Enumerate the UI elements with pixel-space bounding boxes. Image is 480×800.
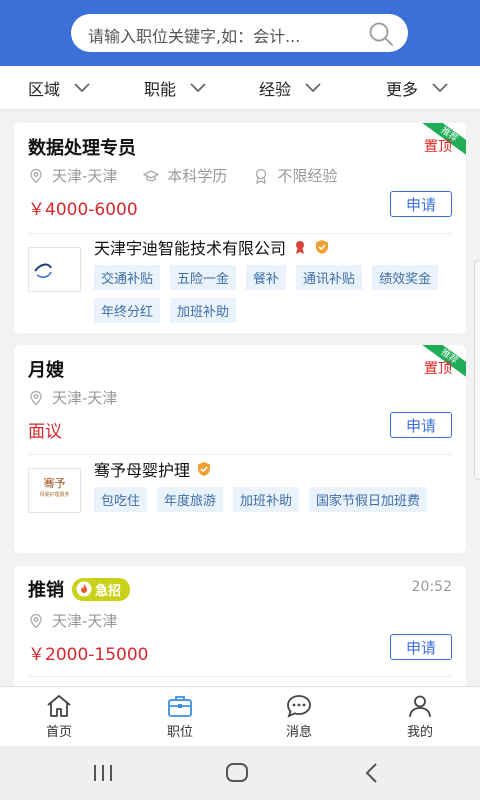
graduation-cap-icon	[143, 169, 160, 181]
benefit-tags: 包吃住 年度旅游 加班补助 国家节假日加班费	[94, 487, 454, 512]
home-icon	[47, 695, 71, 717]
tab-label: 消息	[285, 725, 312, 740]
job-salary: 面议	[28, 422, 62, 442]
pinned-label: 置顶	[424, 361, 452, 377]
briefcase-icon	[168, 696, 192, 717]
filter-label: 更多	[386, 80, 419, 99]
filter-experience[interactable]: 经验	[259, 66, 321, 110]
user-icon	[409, 695, 431, 718]
filter-bar: 区域 职能 经验 更多	[0, 66, 480, 110]
company-logo-subtext: 母婴护理服务	[39, 492, 70, 498]
filter-label: 职能	[144, 80, 177, 99]
home-button-icon[interactable]	[224, 762, 250, 784]
tab-messages[interactable]: 消息	[269, 693, 329, 740]
post-time: 20:52	[411, 579, 452, 595]
job-card[interactable]: 数据处理专员 推荐 置顶 天津-天津 本科学历 不限经验 ￥4000-6000 …	[14, 123, 466, 333]
back-icon[interactable]	[360, 762, 386, 784]
job-salary: ￥2000-15000	[28, 645, 149, 665]
bottom-tab-bar: 首页 职位 消息 我的	[0, 686, 480, 746]
job-title: 数据处理专员	[28, 138, 136, 159]
benefit-tag: 年度旅游	[157, 487, 224, 512]
search-icon[interactable]	[368, 21, 394, 47]
company-logo[interactable]: 骞予 母婴护理服务	[28, 468, 81, 513]
tab-jobs[interactable]: 职位	[150, 693, 210, 740]
job-education: 本科学历	[167, 167, 228, 185]
medal-icon	[296, 241, 305, 254]
divider	[28, 233, 452, 234]
benefit-tag: 五险一金	[170, 265, 237, 290]
job-location: 天津-天津	[52, 612, 118, 630]
apply-button[interactable]: 申请	[390, 634, 452, 660]
search-input[interactable]: 请输入职位关键字,如：会计...	[88, 23, 300, 47]
chat-icon	[287, 695, 311, 718]
benefit-tag: 绩效奖金	[372, 265, 439, 290]
divider	[28, 676, 452, 677]
job-experience: 不限经验	[277, 167, 338, 185]
tab-label: 首页	[45, 725, 72, 740]
benefit-tag: 国家节假日加班费	[309, 487, 428, 512]
search-bar[interactable]: 请输入职位关键字,如：会计...	[71, 14, 408, 52]
company-row[interactable]: 骞予母婴护理	[94, 457, 212, 481]
benefit-tag: 年终分红	[94, 298, 161, 323]
divider	[28, 454, 452, 455]
tab-home[interactable]: 首页	[29, 693, 89, 740]
benefit-tags: 交通补贴 五险一金 餐补 通讯补贴 绩效奖金 年终分红 加班补助	[94, 265, 454, 323]
job-salary: ￥4000-6000	[28, 200, 138, 220]
job-card[interactable]: 推销 急招 20:52 天津-天津 ￥2000-15000 申请	[14, 566, 466, 686]
benefit-tag: 加班补助	[233, 487, 300, 512]
flame-icon	[76, 581, 92, 597]
job-meta: 天津-天津	[28, 387, 143, 408]
job-location: 天津-天津	[52, 167, 118, 185]
apply-button[interactable]: 申请	[390, 191, 452, 217]
filter-label: 经验	[259, 80, 292, 99]
chevron-down-icon	[74, 83, 90, 93]
location-icon	[30, 168, 42, 183]
benefit-tag: 餐补	[246, 265, 287, 290]
header: 请输入职位关键字,如：会计...	[0, 0, 480, 66]
company-name: 天津宇迪智能技术有限公司	[94, 239, 287, 258]
tab-label: 职位	[166, 725, 193, 740]
location-icon	[30, 613, 42, 628]
job-meta: 天津-天津 本科学历 不限经验	[28, 165, 363, 186]
chevron-down-icon	[190, 83, 206, 93]
tab-profile[interactable]: 我的	[390, 693, 450, 740]
company-logo-text: 骞予	[43, 477, 66, 490]
company-row[interactable]: 天津宇迪智能技术有限公司	[94, 235, 330, 259]
filter-region[interactable]: 区域	[28, 66, 90, 110]
verified-shield-icon	[316, 240, 329, 254]
chevron-down-icon	[432, 83, 448, 93]
job-list[interactable]: 数据处理专员 推荐 置顶 天津-天津 本科学历 不限经验 ￥4000-6000 …	[0, 110, 480, 686]
urgent-badge: 急招	[72, 577, 131, 601]
apply-button[interactable]: 申请	[390, 412, 452, 438]
job-card[interactable]: 月嫂 推荐 置顶 天津-天津 面议 申请 骞予 母婴护理服务 骞予母婴护理 包吃…	[14, 345, 466, 553]
urgent-label: 急招	[95, 583, 122, 599]
job-title: 月嫂	[28, 360, 64, 381]
job-meta: 天津-天津	[28, 610, 143, 631]
benefit-tag: 通讯补贴	[296, 265, 363, 290]
job-title: 推销	[28, 580, 64, 601]
pinned-label: 置顶	[424, 139, 452, 155]
benefit-tag: 包吃住	[94, 487, 148, 512]
job-location: 天津-天津	[52, 389, 118, 407]
filter-more[interactable]: 更多	[386, 66, 448, 110]
location-icon	[30, 390, 42, 405]
chevron-down-icon	[305, 83, 321, 93]
filter-label: 区域	[28, 80, 61, 99]
company-name: 骞予母婴护理	[94, 461, 191, 480]
company-logo[interactable]	[28, 247, 81, 292]
filter-function[interactable]: 职能	[144, 66, 206, 110]
system-navigation-bar	[0, 746, 480, 800]
award-icon	[256, 168, 267, 184]
verified-shield-icon	[198, 462, 211, 476]
benefit-tag: 交通补贴	[94, 265, 161, 290]
recent-apps-icon[interactable]	[90, 762, 116, 784]
tab-label: 我的	[406, 725, 433, 740]
job-title-row: 推销 急招	[28, 576, 131, 602]
scrollbar[interactable]	[474, 260, 480, 480]
company-logo-image	[34, 263, 52, 278]
benefit-tag: 加班补助	[170, 298, 237, 323]
